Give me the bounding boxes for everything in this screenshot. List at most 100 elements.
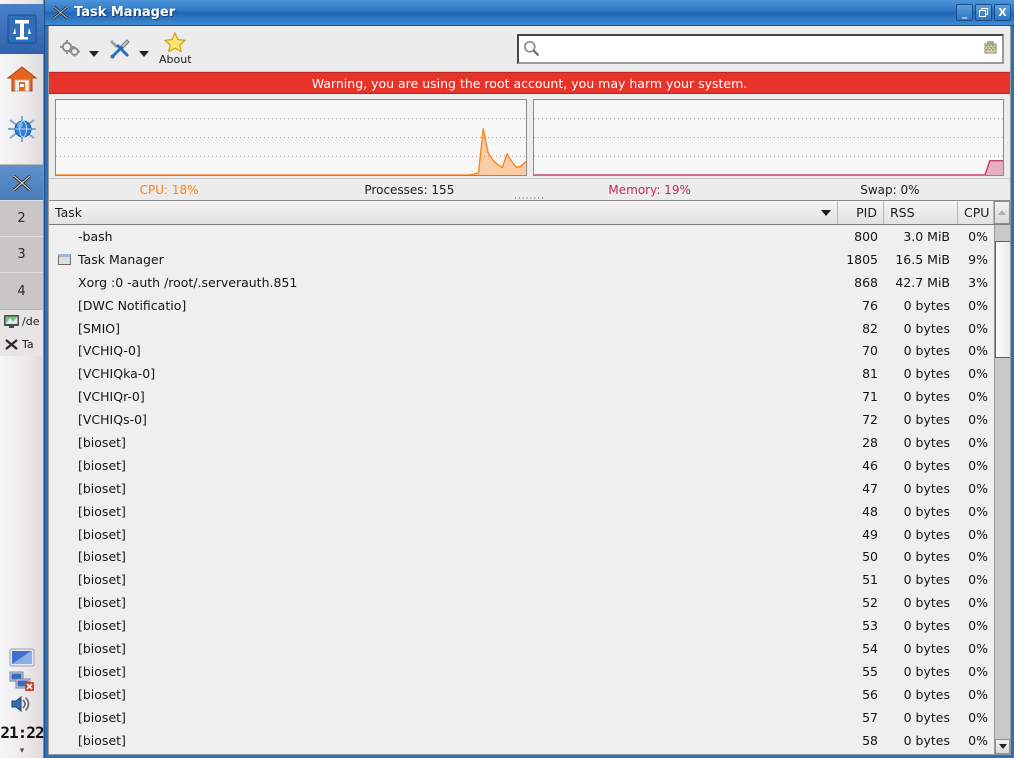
minimize-button[interactable]: _ [956, 4, 973, 21]
resource-graphs [49, 94, 1010, 178]
cell-cpu: 0% [968, 595, 988, 611]
volume-tray-icon[interactable] [9, 694, 35, 714]
column-header-task[interactable]: Task [49, 201, 838, 224]
workspace-4[interactable]: 4 [0, 273, 43, 309]
column-header-rss[interactable]: RSS [884, 201, 958, 224]
cell-task-label: [bioset] [78, 663, 126, 679]
table-row[interactable]: [bioset] 48 0 bytes 0% [49, 500, 994, 523]
cell-rss: 0 bytes [903, 320, 950, 336]
column-header-task-label: Task [55, 205, 82, 220]
root-account-warning-banner: Warning, you are using the root account,… [49, 72, 1010, 94]
table-row[interactable]: [bioset] 55 0 bytes 0% [49, 660, 994, 683]
table-row[interactable]: [bioset] 52 0 bytes 0% [49, 591, 994, 614]
cell-pid: 28 [862, 434, 878, 450]
cell-rss: 0 bytes [903, 526, 950, 542]
table-row[interactable]: [bioset] 54 0 bytes 0% [49, 637, 994, 660]
workspace-1[interactable] [0, 165, 43, 201]
close-button[interactable]: X [994, 4, 1011, 21]
table-row[interactable]: [bioset] 51 0 bytes 0% [49, 568, 994, 591]
cell-pid: 54 [862, 640, 878, 656]
tools-dropdown-chevron-down-icon[interactable] [139, 50, 149, 57]
memory-history-graph[interactable] [532, 99, 1004, 176]
search-icon [523, 40, 540, 57]
settings-dropdown-chevron-down-icon[interactable] [89, 50, 99, 57]
task-button-terminal[interactable]: /de [0, 310, 43, 333]
cell-cpu: 0% [968, 618, 988, 634]
cell-cpu: 0% [968, 503, 988, 519]
table-row[interactable]: Xorg :0 -auth /root/.serverauth.851 868 42… [49, 271, 994, 294]
table-row[interactable]: [SMIO] 82 0 bytes 0% [49, 317, 994, 340]
cell-cpu: 0% [968, 480, 988, 496]
cell-task-label: [bioset] [78, 640, 126, 656]
table-row[interactable]: [bioset] 57 0 bytes 0% [49, 706, 994, 729]
about-button[interactable]: About [155, 28, 196, 70]
process-table-header: Task PID RSS CPU [49, 201, 1010, 225]
taskbar-clock[interactable]: 21:22 [0, 723, 44, 742]
cell-cpu: 3% [968, 274, 988, 290]
cell-task-label: [VCHIQka-0] [78, 366, 156, 382]
star-icon [164, 31, 187, 52]
cell-task-label: Xorg :0 -auth /root/.serverauth.851 [78, 274, 298, 290]
cell-pid: 82 [862, 320, 878, 336]
cell-rss: 0 bytes [903, 412, 950, 428]
table-row[interactable]: [DWC Notificatio] 76 0 bytes 0% [49, 294, 994, 317]
cell-pid: 800 [854, 228, 878, 244]
cell-pid: 46 [862, 457, 878, 473]
settings-button[interactable] [55, 28, 87, 70]
cell-pid: 1805 [846, 251, 878, 267]
maximize-button[interactable] [975, 4, 992, 21]
workspace-3[interactable]: 3 [0, 237, 43, 273]
tools-icon [110, 38, 130, 58]
cell-task: [bioset] [49, 618, 838, 633]
scroll-down-button[interactable] [995, 739, 1010, 754]
column-header-cpu[interactable]: CPU [958, 201, 994, 224]
table-row[interactable]: [VCHIQr-0] 71 0 bytes 0% [49, 385, 994, 408]
sort-descending-icon [821, 209, 831, 216]
table-row[interactable]: [bioset] 46 0 bytes 0% [49, 454, 994, 477]
cell-cpu: 0% [968, 228, 988, 244]
cell-cpu: 0% [968, 297, 988, 313]
table-row[interactable]: [bioset] 53 0 bytes 0% [49, 614, 994, 637]
display-tray-icon[interactable] [9, 648, 35, 668]
clear-icon[interactable] [983, 40, 998, 57]
launcher-home-folder[interactable] [0, 54, 44, 104]
table-row[interactable]: [VCHIQ-0] 70 0 bytes 0% [49, 339, 994, 362]
search-box[interactable] [517, 33, 1004, 64]
table-row[interactable]: [bioset] 49 0 bytes 0% [49, 523, 994, 546]
search-input[interactable] [540, 37, 983, 60]
table-row[interactable]: [bioset] 58 0 bytes 0% [49, 729, 994, 752]
cell-task-label: [bioset] [78, 434, 126, 450]
cell-rss: 0 bytes [903, 709, 950, 725]
processes-status: Processes: 155 [364, 182, 455, 197]
cell-rss: 0 bytes [903, 480, 950, 496]
scrollbar-thumb[interactable] [995, 241, 1010, 358]
workspace-2[interactable]: 2 [0, 201, 43, 237]
cell-task: [VCHIQs-0] [49, 412, 838, 427]
cell-cpu: 0% [968, 457, 988, 473]
cell-task-label: [DWC Notificatio] [78, 297, 187, 313]
table-row[interactable]: [bioset] 28 0 bytes 0% [49, 431, 994, 454]
tools-button[interactable] [105, 28, 137, 70]
table-row[interactable]: Task Manager 1805 16.5 MiB 9% [49, 248, 994, 271]
taskbar-overflow-arrow-icon[interactable]: ▾ [0, 746, 44, 756]
table-row[interactable]: -bash 800 3.0 MiB 0% [49, 225, 994, 248]
cell-rss: 0 bytes [903, 457, 950, 473]
cell-task-label: [SMIO] [78, 320, 120, 336]
table-row[interactable]: [VCHIQs-0] 72 0 bytes 0% [49, 408, 994, 431]
cell-rss: 0 bytes [903, 595, 950, 611]
swap-status: Swap: 0% [860, 182, 920, 197]
column-header-pid[interactable]: PID [838, 201, 884, 224]
window-titlebar-app-icon [51, 4, 69, 22]
scroll-up-button[interactable] [994, 201, 1010, 224]
network-disconnected-tray-icon[interactable] [9, 671, 35, 691]
launcher-kde-menu[interactable] [0, 4, 44, 54]
task-button-taskmanager[interactable]: Ta [0, 333, 43, 356]
table-row[interactable]: [bioset] 56 0 bytes 0% [49, 683, 994, 706]
cpu-history-graph[interactable] [55, 99, 527, 176]
table-row[interactable]: [bioset] 47 0 bytes 0% [49, 477, 994, 500]
table-row[interactable]: [VCHIQka-0] 81 0 bytes 0% [49, 362, 994, 385]
vertical-scrollbar[interactable] [994, 225, 1010, 754]
launcher-web-browser[interactable] [0, 104, 44, 154]
table-row[interactable]: [bioset] 50 0 bytes 0% [49, 545, 994, 568]
window-titlebar[interactable]: Task Manager _ X [45, 0, 1014, 26]
